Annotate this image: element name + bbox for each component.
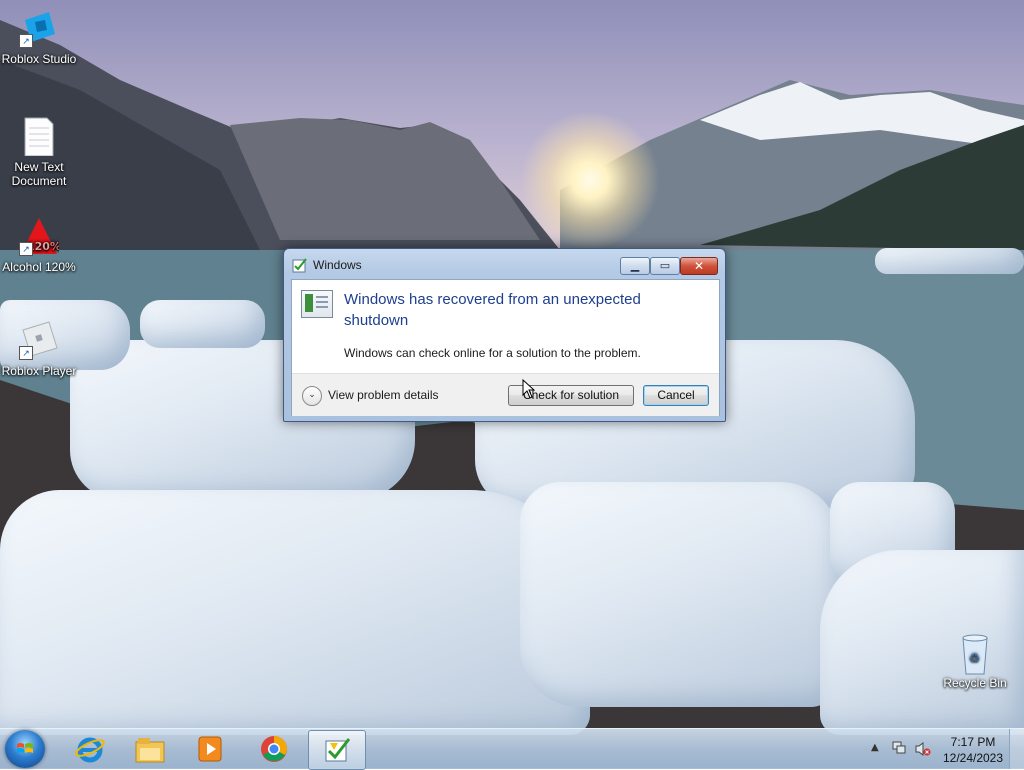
taskbar-internet-explorer[interactable] bbox=[62, 730, 118, 768]
sun-glow bbox=[520, 110, 660, 250]
shortcut-arrow-icon: ↗ bbox=[19, 242, 33, 256]
view-problem-details-link[interactable]: View problem details bbox=[328, 388, 439, 402]
network-icon[interactable] bbox=[892, 741, 906, 755]
taskbar-windows-error-report[interactable] bbox=[308, 730, 366, 770]
windows-error-report-icon bbox=[325, 738, 351, 762]
taskbar-chrome[interactable] bbox=[246, 730, 302, 768]
cancel-button[interactable]: Cancel bbox=[643, 385, 709, 406]
clock-time: 7:17 PM bbox=[950, 735, 996, 749]
problem-report-icon bbox=[301, 290, 333, 318]
minimize-button[interactable]: ▁ bbox=[620, 257, 650, 275]
ice-block bbox=[875, 248, 1024, 274]
taskbar-media-player[interactable] bbox=[182, 730, 238, 768]
clock[interactable]: 7:17 PM 12/24/2023 bbox=[940, 734, 1006, 766]
desktop-icon-recycle-bin[interactable]: ♻ Recycle Bin bbox=[936, 632, 1014, 690]
dialog-footer: ⌄ View problem details Check for solutio… bbox=[292, 373, 719, 416]
mouse-cursor-icon bbox=[522, 379, 536, 399]
close-icon: ✕ bbox=[693, 259, 705, 273]
start-button[interactable] bbox=[5, 730, 45, 768]
dialog-title: Windows bbox=[313, 258, 362, 272]
desktop-icon-label: Recycle Bin bbox=[943, 676, 1007, 690]
roblox-studio-icon: ↗ bbox=[19, 8, 59, 48]
dialog-content: Windows has recovered from an unexpected… bbox=[291, 279, 720, 416]
chevron-down-icon[interactable]: ⌄ bbox=[302, 386, 322, 406]
minimize-icon: ▁ bbox=[630, 259, 640, 272]
internet-explorer-icon bbox=[75, 737, 105, 763]
volume-muted-icon[interactable] bbox=[915, 741, 931, 757]
maximize-icon: ▭ bbox=[659, 259, 671, 272]
shortcut-arrow-icon: ↗ bbox=[19, 346, 33, 360]
shortcut-arrow-icon: ↗ bbox=[19, 34, 33, 48]
system-tray: ▲ 7:17 PM 12/24/2023 bbox=[868, 729, 1024, 769]
alcohol-120-icon: 120% ↗ bbox=[19, 216, 61, 256]
file-explorer-icon bbox=[135, 738, 165, 763]
taskbar: ▲ 7:17 PM 12/24/2023 bbox=[0, 728, 1024, 770]
windows-error-report-icon bbox=[292, 257, 308, 273]
desktop-icon-label: Roblox Studio bbox=[1, 52, 77, 66]
show-desktop-button[interactable] bbox=[1009, 729, 1024, 769]
maximize-button[interactable]: ▭ bbox=[650, 257, 680, 275]
recovery-dialog: Windows ▁ ▭ ✕ Windows has recovered from… bbox=[283, 248, 726, 422]
desktop-icon-new-text-document[interactable]: New Text Document bbox=[0, 116, 78, 188]
recycle-bin-icon: ♻ bbox=[955, 632, 995, 675]
desktop-icon-label: New Text Document bbox=[11, 160, 67, 188]
main-instruction: Windows has recovered from an unexpected… bbox=[344, 291, 641, 329]
ice-block bbox=[140, 300, 265, 348]
desktop-icon-roblox-studio[interactable]: ↗ Roblox Studio bbox=[0, 8, 78, 66]
dialog-body-text: Windows can check online for a solution … bbox=[344, 346, 641, 360]
desktop-icon-alcohol-120[interactable]: 120% ↗ Alcohol 120% bbox=[0, 216, 78, 274]
chrome-icon bbox=[261, 736, 287, 762]
desktop-icon-roblox-player[interactable]: ↗ Roblox Player bbox=[0, 320, 78, 378]
desktop-icon-label: Alcohol 120% bbox=[2, 260, 76, 274]
show-hidden-icons-arrow[interactable]: ▲ bbox=[871, 742, 879, 753]
close-button[interactable]: ✕ bbox=[680, 257, 718, 275]
desktop-icon-label: Roblox Player bbox=[1, 364, 77, 378]
roblox-player-icon: ↗ bbox=[19, 320, 59, 360]
dialog-titlebar[interactable]: Windows ▁ ▭ ✕ bbox=[284, 249, 725, 279]
text-document-icon bbox=[19, 116, 59, 157]
windows-logo-icon bbox=[17, 743, 33, 753]
svg-text:♻: ♻ bbox=[969, 651, 980, 665]
taskbar-file-explorer[interactable] bbox=[122, 730, 178, 768]
ice-block bbox=[520, 482, 840, 707]
ice-block bbox=[0, 490, 590, 735]
clock-date: 12/24/2023 bbox=[942, 751, 1004, 765]
media-player-icon bbox=[198, 736, 222, 762]
